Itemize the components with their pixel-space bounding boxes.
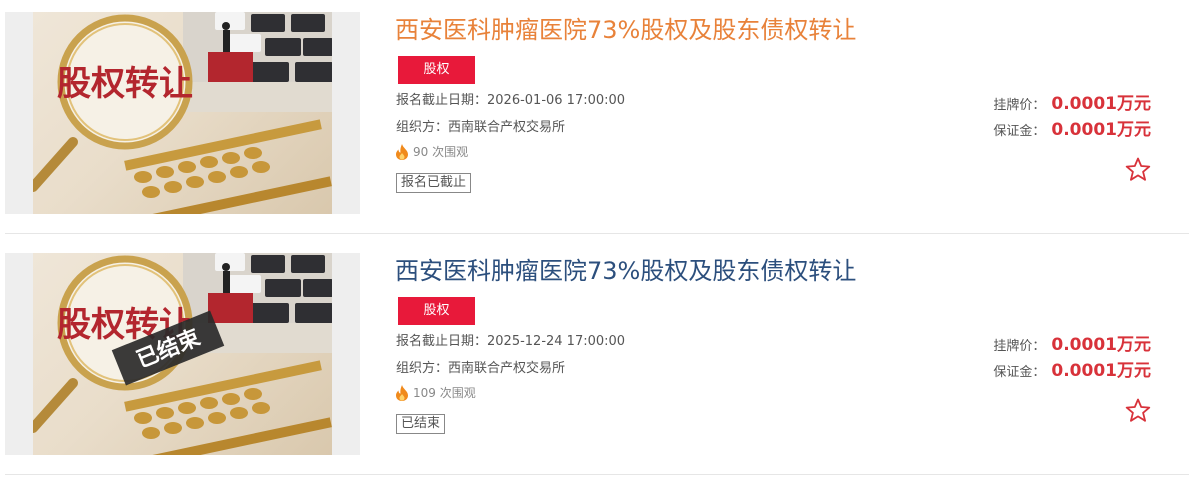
favorite-button[interactable]: [1125, 157, 1151, 186]
listing-title[interactable]: 西安医科肿瘤医院73%股权及股东债权转让: [395, 255, 856, 287]
equity-transfer-image: 股权转让: [33, 12, 332, 214]
deposit-label: 保证金：: [993, 365, 1046, 380]
star-icon: [1125, 157, 1151, 181]
equity-transfer-image: 股权转让 已结束: [33, 253, 332, 455]
listing-price-row: 挂牌价： 0.0001万元: [993, 89, 1151, 114]
fire-icon: [396, 143, 408, 160]
listing-price-label: 挂牌价：: [993, 339, 1046, 354]
fire-icon: [396, 384, 408, 401]
status-badge: 已结束: [396, 414, 446, 434]
category-tag: 股权: [398, 297, 475, 325]
listing-item: 股权转让 西安医科肿瘤医院73%股权及股东债权转让 股权 报名截止日期：2026…: [5, 0, 1189, 234]
listing-price-row: 挂牌价： 0.0001万元: [993, 330, 1151, 355]
deposit-value: 0.0001万元: [1051, 361, 1151, 381]
listing-price-value: 0.0001万元: [1051, 335, 1151, 355]
deposit-row: 保证金： 0.0001万元: [993, 115, 1151, 140]
view-count: 109 次围观: [395, 384, 476, 401]
view-count-text: 109 次围观: [413, 386, 476, 400]
registration-deadline: 报名截止日期：2026-01-06 17:00:00: [396, 93, 626, 108]
star-icon: [1125, 398, 1151, 422]
deposit-label: 保证金：: [993, 124, 1046, 139]
listing-thumbnail[interactable]: 股权转让: [5, 12, 360, 214]
listing-item: 股权转让 已结束 西安医科肿瘤医院73%股权及股东债权转让 股权 报名截止日期：…: [5, 241, 1189, 475]
equity-transfer-illustration: 股权转让 已结束: [33, 253, 332, 455]
deposit-value: 0.0001万元: [1051, 120, 1151, 140]
status-badge: 报名已截止: [396, 173, 472, 193]
view-count: 90 次围观: [395, 143, 468, 160]
view-count-text: 90 次围观: [413, 145, 469, 159]
registration-deadline: 报名截止日期：2025-12-24 17:00:00: [396, 334, 626, 349]
deposit-row: 保证金： 0.0001万元: [993, 356, 1151, 381]
listing-price-label: 挂牌价：: [993, 98, 1046, 113]
listing-title[interactable]: 西安医科肿瘤医院73%股权及股东债权转让: [395, 14, 856, 46]
organizer: 组织方：西南联合产权交易所: [396, 361, 566, 376]
listing-price-value: 0.0001万元: [1051, 94, 1151, 114]
equity-transfer-illustration: 股权转让: [33, 12, 332, 214]
category-tag: 股权: [398, 56, 475, 84]
favorite-button[interactable]: [1125, 398, 1151, 427]
organizer: 组织方：西南联合产权交易所: [396, 120, 566, 135]
image-caption: 股权转让: [57, 64, 193, 104]
listing-thumbnail[interactable]: 股权转让 已结束: [5, 253, 360, 455]
listing-list: 股权转让 西安医科肿瘤医院73%股权及股东债权转让 股权 报名截止日期：2026…: [0, 0, 1189, 475]
